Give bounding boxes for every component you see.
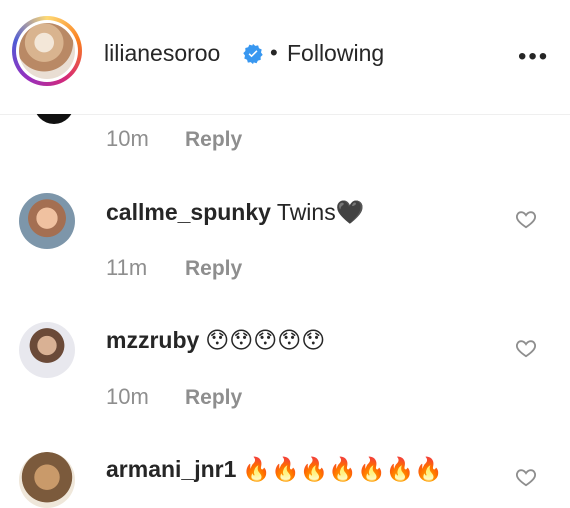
more-options-icon[interactable]: ••• (518, 43, 549, 71)
following-button[interactable]: Following (287, 40, 384, 67)
comment-text: Twins🖤 (276, 199, 365, 225)
reply-button[interactable]: Reply (185, 128, 242, 152)
header-separator: • (270, 40, 278, 65)
comment-username[interactable]: mzzruby (106, 327, 199, 353)
profile-avatar-story-ring[interactable] (12, 16, 82, 86)
comment-avatar[interactable] (19, 452, 75, 508)
reply-button[interactable]: Reply (185, 257, 242, 281)
comment-avatar[interactable] (19, 322, 75, 378)
header-username[interactable]: lilianesoroo (104, 40, 220, 67)
comment-time: 11m (106, 255, 148, 280)
comment-body: mzzruby 😯😯😯😯😯 (106, 327, 325, 354)
comment-text: 🔥🔥🔥🔥🔥🔥🔥 (242, 456, 443, 482)
post-header: lilianesoroo • Following ••• (0, 0, 570, 115)
comment-username[interactable]: callme_spunky (106, 199, 271, 225)
like-heart-icon[interactable] (515, 338, 537, 358)
like-heart-icon[interactable] (515, 467, 537, 487)
profile-avatar[interactable] (19, 23, 75, 79)
comment-body: armani_jnr1 🔥🔥🔥🔥🔥🔥🔥 (106, 456, 443, 483)
story-ring-inner (16, 20, 78, 82)
like-heart-icon[interactable] (515, 209, 537, 229)
comment-time: 10m (106, 384, 149, 409)
comment-username[interactable]: armani_jnr1 (106, 456, 236, 482)
comment-time: 10m (106, 126, 149, 151)
comment-body: callme_spunky Twins🖤 (106, 199, 364, 226)
verified-badge-icon (243, 43, 263, 65)
comment-avatar[interactable] (19, 193, 75, 249)
reply-button[interactable]: Reply (185, 386, 242, 410)
comment-text: 😯😯😯😯😯 (205, 327, 326, 353)
